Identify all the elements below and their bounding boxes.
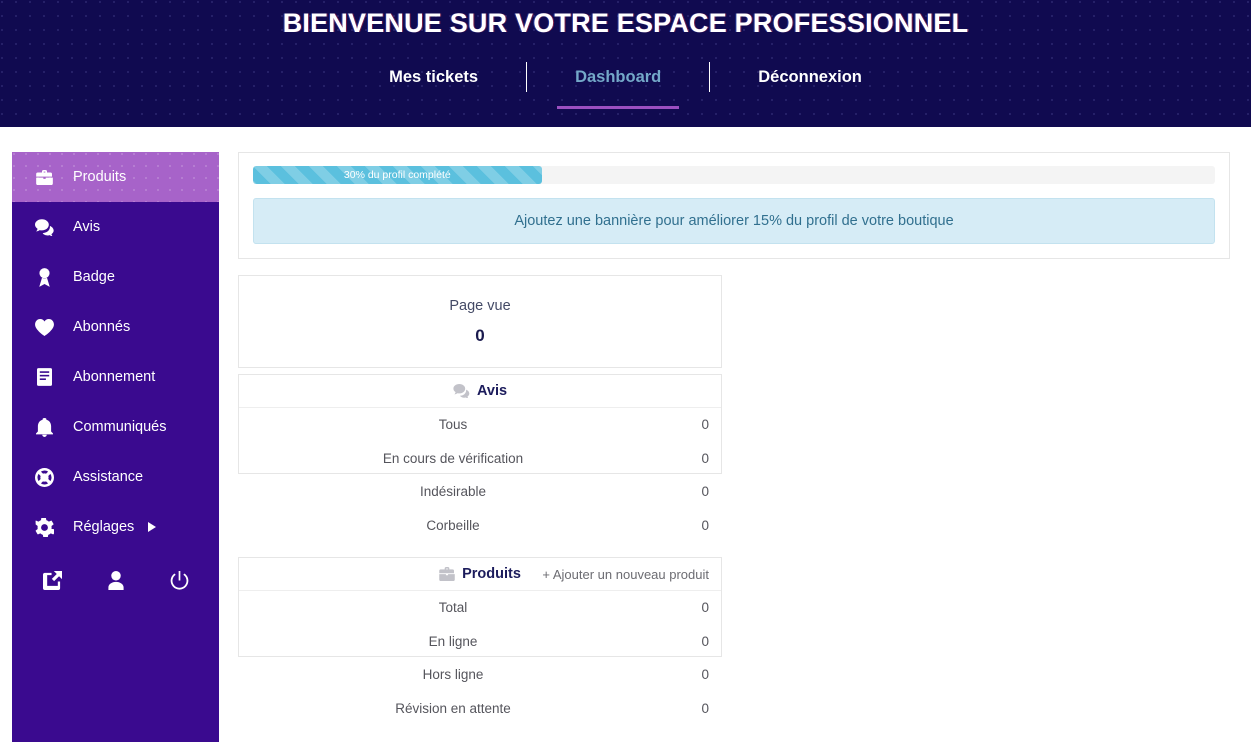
table-row[interactable]: Corbeille 0 (239, 509, 721, 543)
user-icon[interactable] (102, 568, 130, 592)
stat-value: 0 (701, 517, 709, 533)
stat-value: 0 (701, 600, 709, 616)
stat-label: Indésirable (419, 484, 487, 500)
page-title: BIENVENUE SUR VOTRE ESPACE PROFESSIONNEL (282, 8, 969, 38)
page-view-title: Page vue (449, 297, 511, 314)
sidebar-item-label: Abonnement (73, 368, 156, 385)
table-row[interactable]: Hors ligne 0 (239, 658, 721, 692)
sidebar-item-abonnement[interactable]: Abonnement (12, 352, 219, 402)
sidebar-item-produits[interactable]: Produits (12, 152, 219, 202)
heart-icon (33, 317, 55, 337)
sidebar-item-badge[interactable]: Badge (12, 252, 219, 302)
stat-value: 0 (701, 417, 709, 433)
stat-label: Corbeille (426, 517, 480, 533)
book-icon (33, 367, 55, 387)
stat-label: Révision en attente (395, 700, 511, 716)
nav-item-deconnexion[interactable]: Déconnexion (758, 68, 862, 93)
stat-value: 0 (701, 484, 709, 500)
table-row[interactable]: Total 0 (239, 591, 721, 625)
sidebar: Produits Avis Badge Abonnés Abonnement C… (12, 152, 219, 742)
chevron-right-icon (148, 522, 157, 532)
table-row[interactable]: Indésirable 0 (239, 475, 721, 509)
nav-separator (709, 62, 711, 92)
sidebar-bottom-actions (12, 552, 219, 608)
banner-notice[interactable]: Ajoutez une bannière pour améliorer 15% … (253, 198, 1215, 244)
award-icon (33, 267, 55, 287)
profile-progress-bar: 30% du profil complété (253, 166, 1215, 184)
sidebar-item-label: Assistance (73, 468, 144, 485)
sidebar-item-avis[interactable]: Avis (12, 202, 219, 252)
produits-card: Produits + Ajouter un nouveau produit To… (238, 557, 722, 716)
avis-card: Avis Tous 0 En cours de vérification 0 I… (238, 374, 722, 533)
briefcase-icon (439, 567, 455, 581)
bell-icon (33, 417, 55, 437)
stat-value: 0 (701, 633, 709, 649)
sidebar-item-label: Communiqués (73, 418, 167, 435)
stat-value: 0 (701, 667, 709, 683)
table-row[interactable]: En cours de vérification 0 (239, 442, 721, 476)
produits-card-header: Produits + Ajouter un nouveau produit (239, 558, 721, 591)
stat-label: En ligne (428, 633, 478, 649)
stat-label: Tous (438, 417, 468, 433)
stat-label: En cours de vérification (382, 450, 524, 466)
page-view-value: 0 (475, 325, 485, 345)
table-row[interactable]: Tous 0 (239, 408, 721, 442)
sidebar-item-assistance[interactable]: Assistance (12, 452, 219, 502)
profile-completion-card: 30% du profil complété Ajoutez une banni… (238, 152, 1230, 259)
nav-item-mes-tickets[interactable]: Mes tickets (389, 68, 478, 93)
profile-progress-fill: 30% du profil complété (253, 166, 542, 184)
sidebar-item-abonnes[interactable]: Abonnés (12, 302, 219, 352)
sidebar-item-label: Badge (73, 268, 115, 285)
briefcase-icon (33, 167, 55, 187)
produits-card-title: Produits (462, 566, 521, 582)
add-new-product-link[interactable]: + Ajouter un nouveau produit (542, 567, 709, 582)
gear-icon (33, 517, 55, 537)
sidebar-item-communiques[interactable]: Communiqués (12, 402, 219, 452)
profile-progress-label: 30% du profil complété (343, 168, 451, 181)
page-view-card: Page vue 0 (238, 275, 722, 368)
external-link-icon[interactable] (38, 568, 66, 592)
sidebar-item-label: Réglages (73, 518, 135, 535)
sidebar-item-label: Abonnés (73, 318, 131, 335)
avis-card-header: Avis (239, 375, 721, 408)
sidebar-item-reglages[interactable]: Réglages (12, 502, 219, 552)
table-row[interactable]: En ligne 0 (239, 625, 721, 659)
nav-item-dashboard[interactable]: Dashboard (575, 68, 661, 93)
stat-label: Hors ligne (422, 667, 484, 683)
sidebar-item-label: Avis (73, 218, 101, 235)
lifebuoy-icon (33, 467, 55, 487)
power-icon[interactable] (165, 568, 193, 592)
comments-icon (453, 384, 470, 398)
stat-label: Total (438, 600, 468, 616)
stat-value: 0 (701, 700, 709, 716)
nav-separator (526, 62, 528, 92)
stat-value: 0 (701, 450, 709, 466)
comments-icon (33, 217, 55, 237)
main-navigation: Mes tickets Dashboard Déconnexion (0, 62, 1251, 98)
table-row[interactable]: Révision en attente 0 (239, 692, 721, 726)
page-header: BIENVENUE SUR VOTRE ESPACE PROFESSIONNEL… (0, 0, 1251, 127)
avis-card-title: Avis (476, 383, 508, 399)
sidebar-item-label: Produits (73, 168, 127, 185)
